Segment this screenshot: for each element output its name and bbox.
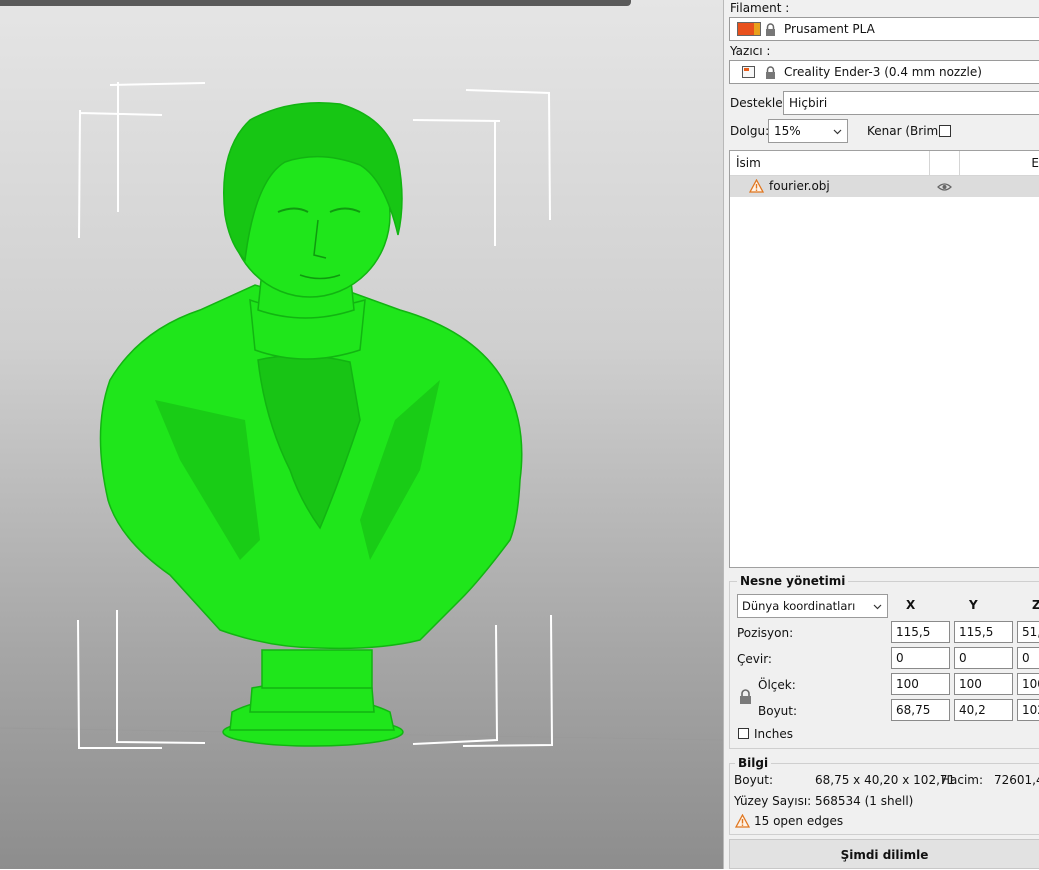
column-visibility-header[interactable] [930,151,960,176]
lock-icon [766,66,775,79]
inches-label: Inches [754,727,793,741]
scene [0,82,723,749]
position-label: Pozisyon: [737,626,794,640]
object-name: fourier.obj [769,179,830,193]
coordinate-system-value: Dünya koordinatları [742,599,856,613]
supports-combo[interactable]: Hiçbiri [783,91,1039,115]
list-item[interactable]: fourier.obj [730,176,1039,197]
infill-value: 15% [774,124,801,138]
size-z-input[interactable]: 102 [1017,699,1039,721]
scale-z-input[interactable]: 100 [1017,673,1039,695]
coordinate-system-select[interactable]: Dünya koordinatları [737,594,888,618]
slice-now-button[interactable]: Şimdi dilimle [729,839,1039,869]
lock-icon [766,23,775,36]
position-x-input[interactable]: 115,5 [891,621,950,643]
rotation-x-input[interactable]: 0 [891,647,950,669]
brim-label: Kenar (Brim): [867,124,947,138]
scale-y-input[interactable]: 100 [954,673,1013,695]
3d-viewport[interactable] [0,0,723,869]
chevron-down-icon [833,129,842,135]
size-y-input[interactable]: 40,2 [954,699,1013,721]
column-name-header[interactable]: İsim [730,151,930,176]
eye-icon[interactable] [937,182,952,192]
supports-value: Hiçbiri [789,96,828,110]
brim-checkbox[interactable] [939,125,951,137]
rotation-y-input[interactable]: 0 [954,647,1013,669]
printer-icon [742,66,755,78]
filament-value: Prusament PLA [784,22,875,36]
filament-color-swatch [737,22,761,36]
chevron-down-icon [873,604,882,610]
info-title: Bilgi [735,756,772,770]
printer-combo[interactable]: Creality Ender-3 (0.4 mm nozzle) [729,60,1039,84]
size-x-input[interactable]: 68,75 [891,699,950,721]
printer-value: Creality Ender-3 (0.4 mm nozzle) [784,65,982,79]
inches-checkbox[interactable] [738,728,749,739]
object-list[interactable]: İsim E fourier.obj [729,150,1039,568]
warning-icon [735,814,750,828]
info-volume-value: 72601,46 [994,773,1039,787]
infill-label: Dolgu: [730,124,770,138]
filament-label: Filament : [730,1,790,15]
info-facets-label: Yüzey Sayısı: [734,794,812,808]
position-z-input[interactable]: 51,1 [1017,621,1039,643]
axis-x-label: X [906,598,916,612]
info-size-label: Boyut: [734,773,774,787]
settings-panel: Filament : Prusament PLA Yazıcı : Creali… [723,0,1039,869]
rotation-label: Çevir: [737,652,772,666]
info-volume-label: Hacim: [941,773,984,787]
model-fourier-bust[interactable] [99,101,523,747]
scale-x-input[interactable]: 100 [891,673,950,695]
info-size-value: 68,75 x 40,20 x 102,71 [815,773,956,787]
object-manipulation-title: Nesne yönetimi [737,574,849,588]
axis-y-label: Y [969,598,978,612]
filament-combo[interactable]: Prusament PLA [729,17,1039,41]
axis-z-label: Z [1032,598,1039,612]
info-facets-value: 568534 (1 shell) [815,794,914,808]
warning-icon [749,179,764,193]
size-label: Boyut: [758,704,798,718]
printer-label: Yazıcı : [730,44,771,58]
lock-icon[interactable] [739,689,752,705]
column-extruder-header[interactable]: E [960,151,1039,176]
position-y-input[interactable]: 115,5 [954,621,1013,643]
rotation-z-input[interactable]: 0 [1017,647,1039,669]
info-warning-text: 15 open edges [754,814,844,828]
infill-combo[interactable]: 15% [768,119,848,143]
scale-label: Ölçek: [758,678,796,692]
